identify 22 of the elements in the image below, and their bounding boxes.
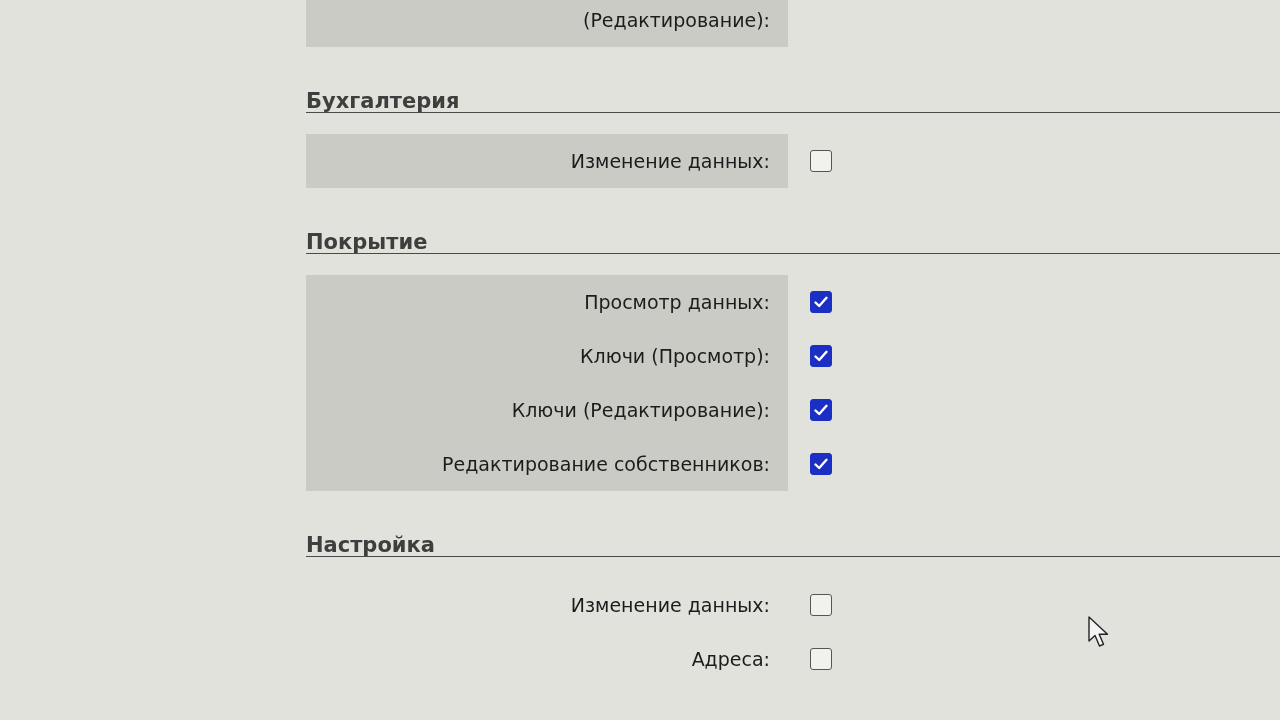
checkbox[interactable] bbox=[810, 453, 832, 475]
checkbox[interactable] bbox=[810, 648, 832, 670]
setting-label: Редактирование собственников: bbox=[442, 452, 770, 476]
checkmark-icon bbox=[814, 458, 828, 470]
section-title: Покрытие bbox=[306, 231, 428, 253]
section-title: Настройка bbox=[306, 534, 435, 556]
checkmark-icon bbox=[814, 404, 828, 416]
setting-label: (Редактирование): bbox=[582, 8, 770, 32]
checkmark-icon bbox=[814, 296, 828, 308]
checkbox[interactable] bbox=[810, 291, 832, 313]
setting-label: Ключи (Просмотр): bbox=[580, 344, 770, 368]
section-title: Бухгалтерия bbox=[306, 90, 460, 112]
setting-label: Ключи (Редактирование): bbox=[511, 398, 770, 422]
setting-label: Адреса: bbox=[691, 647, 770, 671]
checkmark-icon bbox=[814, 350, 828, 362]
checkbox[interactable] bbox=[810, 150, 832, 172]
checkbox[interactable] bbox=[810, 399, 832, 421]
setting-label: Просмотр данных: bbox=[584, 290, 770, 314]
checkbox[interactable] bbox=[810, 594, 832, 616]
setting-label: Изменение данных: bbox=[570, 149, 770, 173]
checkbox[interactable] bbox=[810, 345, 832, 367]
setting-label: Изменение данных: bbox=[570, 593, 770, 617]
